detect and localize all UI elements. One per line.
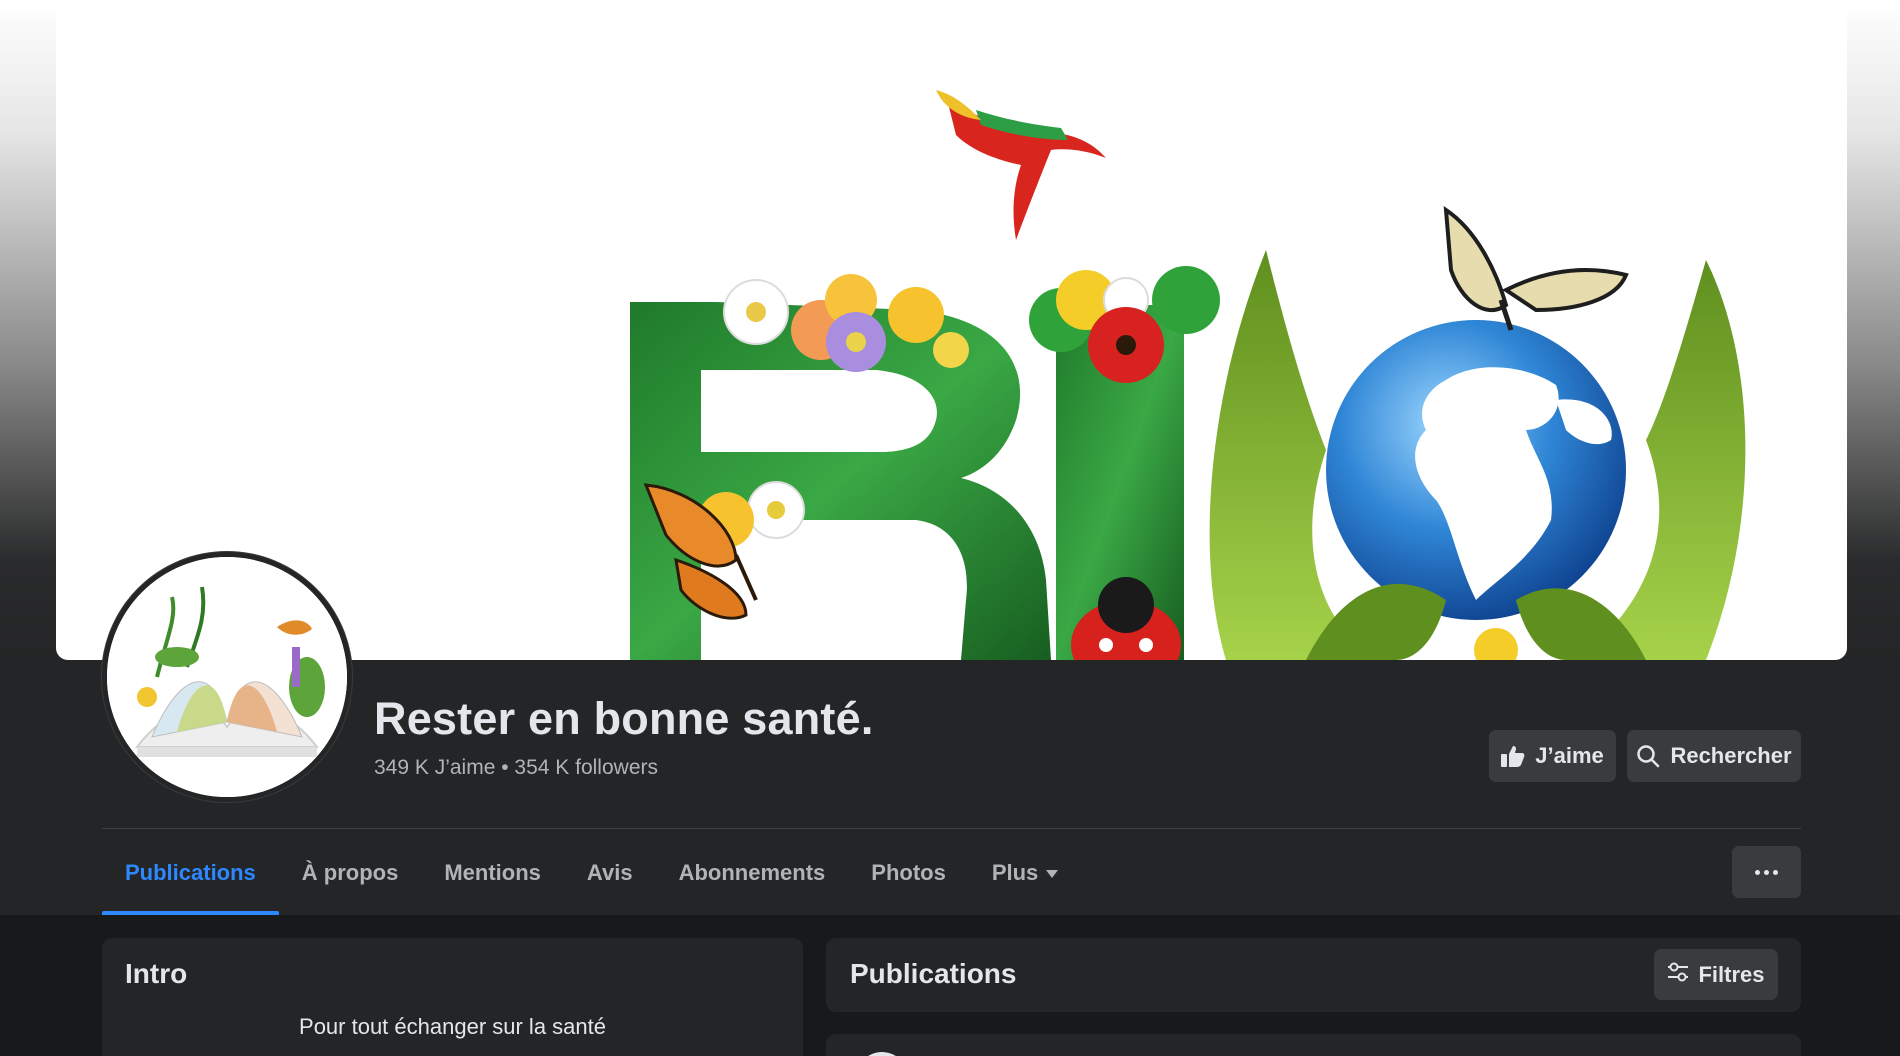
more-options-button[interactable] [1732, 846, 1801, 898]
tab-photos[interactable]: Photos [848, 830, 969, 915]
page-title: Rester en bonne santé. [374, 693, 874, 744]
thumbs-up-icon [1501, 745, 1525, 767]
letter-i-illustration [1029, 266, 1220, 660]
caret-down-icon [1046, 869, 1059, 878]
tab-mentions[interactable]: Mentions [421, 830, 564, 915]
swallowtail-butterfly-illustration [1443, 206, 1629, 331]
ellipsis-icon [1755, 869, 1760, 875]
tab-avis[interactable]: Avis [564, 830, 656, 915]
tab-plus[interactable]: Plus [969, 830, 1081, 915]
publications-title: Publications [850, 958, 1017, 989]
search-button[interactable]: Rechercher [1627, 730, 1801, 782]
page-tabs: Publications À propos Mentions Avis Abon… [102, 830, 1081, 915]
like-button[interactable]: J’aime [1489, 730, 1616, 782]
intro-card: Intro Pour tout échanger sur la santé [102, 938, 803, 1056]
hummingbird-illustration [936, 90, 1106, 240]
intro-description: Pour tout échanger sur la santé [299, 1014, 606, 1039]
post-card [826, 1034, 1801, 1056]
page-header: Rester en bonne santé. 349 K J’aime • 35… [0, 0, 1900, 915]
search-icon [1636, 744, 1660, 768]
page-stats: 349 K J’aime • 354 K followers [374, 756, 658, 779]
page-avatar[interactable] [102, 552, 352, 802]
intro-title: Intro [125, 958, 188, 989]
like-button-label: J’aime [1535, 743, 1604, 768]
header-divider [102, 828, 1801, 829]
post-author-avatar[interactable] [856, 1052, 908, 1056]
globe-illustration [1209, 250, 1746, 660]
filters-button[interactable]: Filtres [1654, 949, 1778, 1000]
tab-abonnements[interactable]: Abonnements [656, 830, 849, 915]
tab-publications[interactable]: Publications [102, 830, 279, 915]
filters-button-label: Filtres [1698, 961, 1765, 987]
sliders-icon [1667, 962, 1689, 988]
publications-header: Publications Filtres [826, 938, 1801, 1012]
tab-a-propos[interactable]: À propos [279, 830, 422, 915]
search-button-label: Rechercher [1670, 743, 1792, 768]
